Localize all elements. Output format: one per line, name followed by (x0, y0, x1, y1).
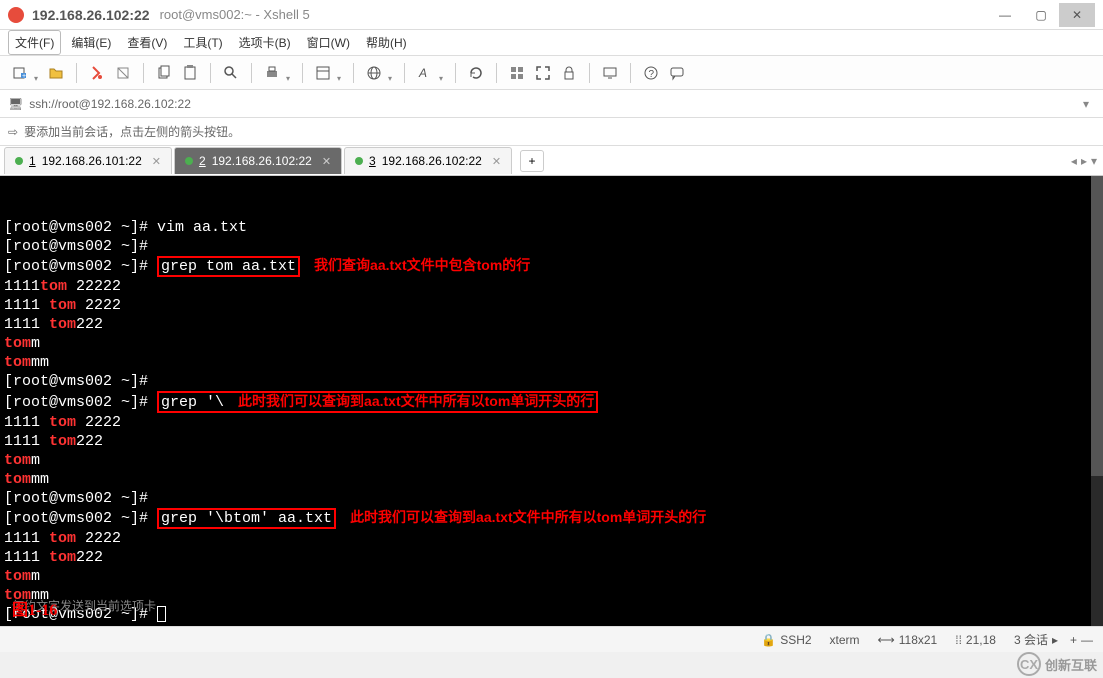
close-button[interactable]: ✕ (1059, 3, 1095, 27)
tab-nav[interactable]: ◂▸▾ (1065, 154, 1103, 168)
menu-file[interactable]: 文件(F) (8, 30, 61, 55)
address-bar: 🖥 ssh://root@192.168.26.102:22 ▾ (0, 90, 1103, 118)
title-bar: 192.168.26.102:22 root@vms002:~ - Xshell… (0, 0, 1103, 30)
session-tab-2[interactable]: 3 192.168.26.102:22 ✕ (344, 147, 512, 174)
tab-close-icon[interactable]: ✕ (322, 155, 331, 168)
menu-help[interactable]: 帮助(H) (360, 31, 413, 54)
status-bar: 🔒SSH2 xterm ⟷118x21 ⁞⁞21,18 3 会话▸+— CX 创… (0, 626, 1103, 652)
tab-label-rest: 192.168.26.102:22 (212, 154, 312, 168)
menu-view[interactable]: 查看(V) (121, 31, 173, 54)
info-text: 要添加当前会话，点击左侧的箭头按钮。 (24, 123, 240, 140)
status-dot-icon (15, 157, 23, 165)
svg-text:?: ? (649, 69, 655, 80)
info-arrow-icon[interactable]: ⇨ (8, 125, 18, 139)
chat-icon[interactable] (665, 61, 689, 85)
session-tab-1[interactable]: 2 192.168.26.102:22 ✕ (174, 147, 342, 174)
status-term: xterm (830, 633, 860, 647)
tab-add-button[interactable]: + (520, 150, 544, 172)
window-title: 192.168.26.102:22 (32, 7, 150, 23)
globe-icon[interactable] (362, 61, 386, 85)
transfer-icon[interactable] (598, 61, 622, 85)
tab-label: 1 (29, 154, 36, 168)
toolbar: + A ? (0, 56, 1103, 90)
tab-label-rest: 192.168.26.101:22 (42, 154, 142, 168)
font-icon[interactable]: A (413, 61, 437, 85)
menu-tabs[interactable]: 选项卡(B) (233, 31, 297, 54)
disconnect-icon[interactable] (111, 61, 135, 85)
search-icon[interactable] (219, 61, 243, 85)
tab-label: 2 (199, 154, 206, 168)
open-icon[interactable] (44, 61, 68, 85)
tab-bar: 1 192.168.26.101:22 ✕ 2 192.168.26.102:22 ✕… (0, 146, 1103, 176)
tab-label-rest: 192.168.26.102:22 (382, 154, 482, 168)
app-icon (8, 7, 24, 23)
address-dropdown-icon[interactable]: ▾ (1077, 97, 1095, 111)
new-session-icon[interactable]: + (8, 61, 32, 85)
fullscreen-icon[interactable] (531, 61, 555, 85)
svg-text:A: A (418, 66, 427, 80)
tab-close-icon[interactable]: ✕ (492, 155, 501, 168)
minimize-button[interactable]: — (987, 3, 1023, 27)
window-subtitle: root@vms002:~ - Xshell 5 (160, 7, 310, 22)
paste-icon[interactable] (178, 61, 202, 85)
scrollbar-thumb[interactable] (1091, 176, 1103, 476)
refresh-icon[interactable] (464, 61, 488, 85)
layout-icon[interactable] (505, 61, 529, 85)
watermark-logo: CX 创新互联 (1017, 652, 1097, 676)
terminal[interactable]: [root@vms002 ~]# vim aa.txt[root@vms002 … (0, 176, 1103, 626)
maximize-button[interactable]: ▢ (1023, 3, 1059, 27)
menu-edit[interactable]: 编辑(E) (65, 31, 117, 54)
host-icon: 🖥 (8, 97, 23, 111)
info-bar: ⇨ 要添加当前会话，点击左侧的箭头按钮。 (0, 118, 1103, 146)
status-protocol: 🔒SSH2 (761, 633, 811, 647)
print-icon[interactable] (260, 61, 284, 85)
menu-bar: 文件(F) 编辑(E) 查看(V) 工具(T) 选项卡(B) 窗口(W) 帮助(… (0, 30, 1103, 56)
address-url[interactable]: ssh://root@192.168.26.102:22 (29, 97, 1071, 111)
figure-label: 图1-16 (12, 601, 57, 620)
status-size: ⟷118x21 (878, 633, 938, 647)
properties-icon[interactable] (311, 61, 335, 85)
tab-label: 3 (369, 154, 376, 168)
session-tab-0[interactable]: 1 192.168.26.101:22 ✕ (4, 147, 172, 174)
svg-text:+: + (22, 73, 26, 80)
menu-window[interactable]: 窗口(W) (301, 31, 356, 54)
tab-close-icon[interactable]: ✕ (152, 155, 161, 168)
status-dot-icon (185, 157, 193, 165)
menu-tools[interactable]: 工具(T) (177, 31, 228, 54)
scrollbar[interactable] (1091, 176, 1103, 626)
status-dot-icon (355, 157, 363, 165)
help-icon[interactable]: ? (639, 61, 663, 85)
status-pos: ⁞⁞21,18 (955, 633, 996, 647)
status-sessions: 3 会话▸+— (1014, 631, 1093, 648)
reconnect-icon[interactable] (85, 61, 109, 85)
lock-icon[interactable] (557, 61, 581, 85)
copy-icon[interactable] (152, 61, 176, 85)
